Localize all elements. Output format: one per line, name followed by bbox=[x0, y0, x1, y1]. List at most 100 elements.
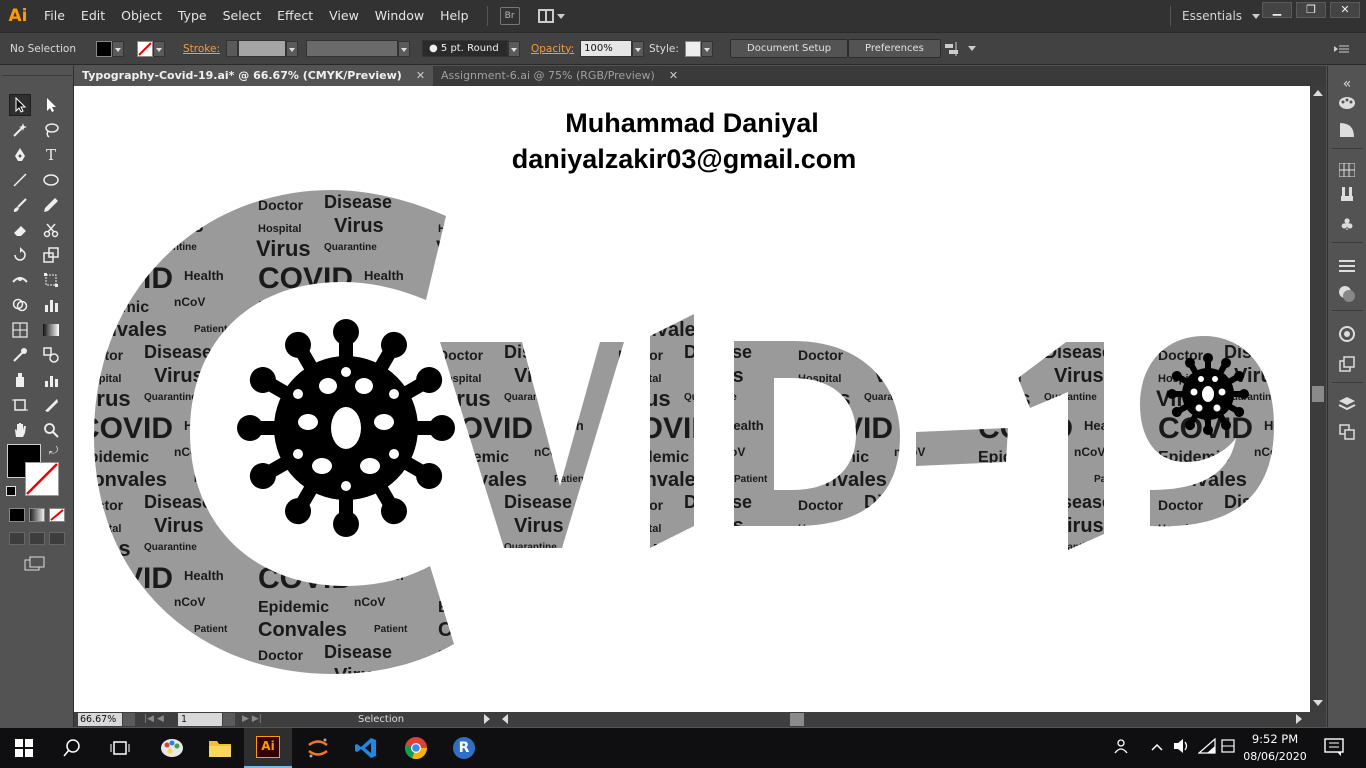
stroke-panel-icon[interactable] bbox=[1337, 256, 1357, 276]
taskbar-paint-app[interactable] bbox=[148, 728, 196, 768]
gradient-tool[interactable] bbox=[40, 319, 62, 341]
taskbar-r[interactable]: R bbox=[440, 728, 488, 768]
zoom-dropdown[interactable] bbox=[123, 713, 135, 726]
menu-view[interactable]: View bbox=[321, 0, 367, 32]
slice-tool[interactable] bbox=[40, 394, 62, 416]
swap-fill-stroke-icon[interactable]: ⤾ bbox=[49, 444, 58, 458]
none-mode-button[interactable] bbox=[49, 508, 65, 522]
arrange-control[interactable] bbox=[944, 33, 976, 64]
stroke-weight-field[interactable] bbox=[238, 40, 286, 57]
stroke-label[interactable]: Stroke: bbox=[183, 43, 220, 55]
task-view-button[interactable] bbox=[96, 728, 144, 768]
opacity-label[interactable]: Opacity: bbox=[531, 43, 574, 55]
panel-grip[interactable] bbox=[2, 68, 72, 76]
color-mode-button[interactable] bbox=[9, 508, 25, 522]
taskbar-file-explorer[interactable] bbox=[196, 728, 244, 768]
default-colors-icon[interactable] bbox=[6, 486, 16, 496]
fill-swatch[interactable] bbox=[96, 40, 112, 57]
artboard-tool[interactable] bbox=[9, 394, 31, 416]
start-button[interactable] bbox=[0, 728, 48, 768]
first-artboard-icon[interactable]: |◀ ◀ bbox=[144, 712, 164, 727]
tab-typography-covid[interactable]: Typography-Covid-19.ai* @ 66.67% (CMYK/P… bbox=[74, 66, 434, 86]
menu-type[interactable]: Type bbox=[170, 0, 215, 32]
scale-tool[interactable] bbox=[40, 244, 62, 266]
volume-icon[interactable] bbox=[1173, 738, 1191, 758]
fill-dropdown[interactable] bbox=[112, 40, 124, 57]
workspace-switcher[interactable]: Essentials bbox=[1182, 0, 1261, 32]
scroll-left-icon[interactable] bbox=[502, 714, 508, 724]
appearance-icon[interactable] bbox=[1337, 324, 1357, 344]
artboards-icon[interactable] bbox=[1337, 422, 1357, 442]
people-icon[interactable] bbox=[1114, 738, 1132, 758]
notifications-icon[interactable] bbox=[1324, 738, 1344, 760]
transparency-icon[interactable] bbox=[1337, 284, 1357, 304]
horizontal-scroll-thumb[interactable] bbox=[790, 713, 804, 726]
pen-tool[interactable] bbox=[9, 144, 31, 166]
hand-tool[interactable] bbox=[9, 419, 31, 441]
draw-inside-button[interactable] bbox=[49, 532, 65, 545]
artboard-dropdown[interactable] bbox=[223, 713, 235, 726]
brushes-icon[interactable] bbox=[1337, 184, 1357, 204]
zoom-tool[interactable] bbox=[40, 419, 62, 441]
eraser-tool[interactable] bbox=[9, 219, 31, 241]
style-swatch[interactable] bbox=[684, 40, 701, 57]
vertical-scroll-thumb[interactable] bbox=[1312, 386, 1324, 402]
status-menu-icon[interactable] bbox=[484, 714, 490, 724]
magic-wand-tool[interactable] bbox=[9, 119, 31, 141]
brush-field[interactable]: ● 5 pt. Round bbox=[422, 40, 508, 57]
screen-mode-button[interactable] bbox=[24, 556, 46, 572]
collapse-panels-icon[interactable]: « bbox=[1337, 74, 1357, 94]
wifi-icon[interactable] bbox=[1197, 737, 1216, 758]
artboard[interactable]: Virus Quarantine COVID Health Epidemic n… bbox=[74, 86, 1310, 712]
blend-tool[interactable] bbox=[40, 344, 62, 366]
canvas-area[interactable]: Virus Quarantine COVID Health Epidemic n… bbox=[74, 86, 1310, 712]
close-icon[interactable]: ✕ bbox=[416, 66, 425, 86]
paintbrush-tool[interactable] bbox=[9, 194, 31, 216]
graph-tool[interactable] bbox=[40, 294, 62, 316]
gradient-mode-button[interactable] bbox=[29, 508, 45, 522]
selection-tool[interactable] bbox=[9, 94, 31, 116]
draw-normal-button[interactable] bbox=[9, 532, 25, 545]
draw-behind-button[interactable] bbox=[29, 532, 45, 545]
direct-selection-tool[interactable] bbox=[40, 94, 62, 116]
taskbar-vscode[interactable] bbox=[342, 728, 390, 768]
scissors-tool[interactable] bbox=[40, 219, 62, 241]
arrange-documents-button[interactable] bbox=[537, 7, 566, 25]
stroke-color-control[interactable] bbox=[137, 33, 165, 64]
fill-control[interactable] bbox=[96, 33, 124, 64]
close-button[interactable]: ✕ bbox=[1330, 2, 1360, 18]
style-dropdown[interactable] bbox=[700, 40, 713, 57]
pencil-tool[interactable] bbox=[40, 194, 62, 216]
stroke-color-swatch[interactable] bbox=[25, 462, 59, 496]
ellipse-tool[interactable] bbox=[40, 169, 62, 191]
tab-assignment-6[interactable]: Assignment-6.ai @ 75% (RGB/Preview) ✕ bbox=[433, 66, 686, 86]
line-tool[interactable] bbox=[9, 169, 31, 191]
free-transform-tool[interactable] bbox=[40, 269, 62, 291]
eyedropper-tool[interactable] bbox=[9, 344, 31, 366]
close-icon[interactable]: ✕ bbox=[669, 66, 678, 86]
menu-window[interactable]: Window bbox=[367, 0, 432, 32]
bridge-button[interactable]: Br bbox=[499, 7, 520, 25]
opacity-dropdown[interactable] bbox=[632, 40, 645, 57]
taskbar-jupyter[interactable] bbox=[294, 728, 342, 768]
menu-help[interactable]: Help bbox=[432, 0, 477, 32]
artboard-number-field[interactable]: 1 bbox=[178, 713, 222, 726]
restore-button[interactable]: ❐ bbox=[1296, 2, 1326, 18]
type-tool[interactable]: T bbox=[40, 144, 62, 166]
opacity-field[interactable]: 100% bbox=[580, 40, 633, 57]
chevron-up-icon[interactable] bbox=[1151, 740, 1163, 755]
search-button[interactable] bbox=[48, 728, 96, 768]
minimize-button[interactable]: ▁ bbox=[1262, 2, 1292, 18]
zoom-level-field[interactable]: 66.67% bbox=[78, 713, 122, 726]
color-panel-icon[interactable] bbox=[1337, 120, 1357, 140]
stroke-stepper[interactable] bbox=[226, 40, 238, 57]
menu-select[interactable]: Select bbox=[215, 0, 270, 32]
symbol-sprayer-tool[interactable] bbox=[9, 369, 31, 391]
vertical-scrollbar[interactable] bbox=[1310, 86, 1326, 712]
stroke-color-dropdown[interactable] bbox=[153, 40, 165, 57]
preferences-button[interactable]: Preferences bbox=[848, 39, 941, 58]
brush-control[interactable]: ● 5 pt. Round bbox=[422, 33, 520, 64]
clock-date[interactable]: 08/06/2020 bbox=[1240, 749, 1310, 764]
mesh-tool[interactable] bbox=[9, 319, 31, 341]
variable-width-control[interactable] bbox=[306, 33, 410, 64]
